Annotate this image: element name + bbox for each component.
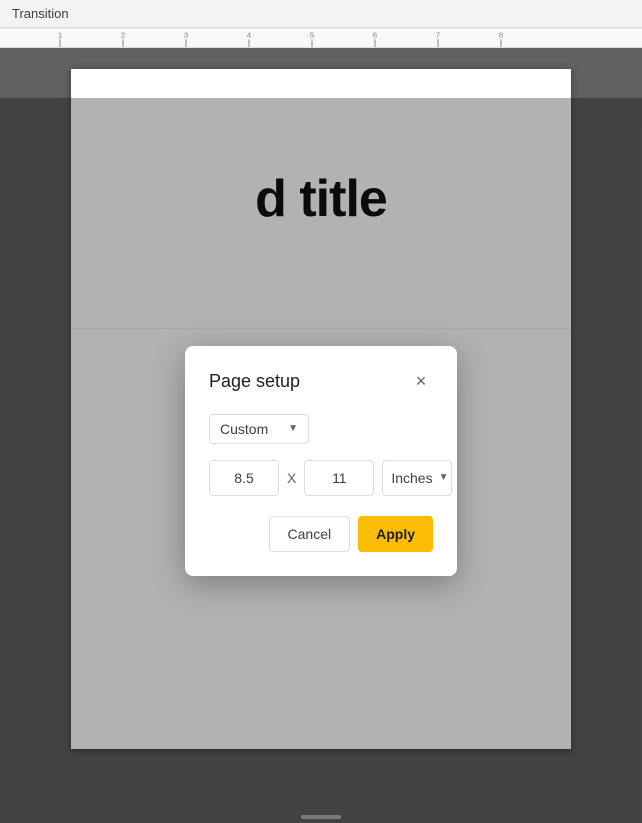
- svg-text:1: 1: [58, 31, 62, 40]
- svg-text:3: 3: [184, 31, 188, 40]
- top-bar: Transition: [0, 0, 642, 28]
- preset-dropdown-label: Custom: [220, 421, 280, 437]
- unit-dropdown-label: Inches: [391, 470, 432, 486]
- svg-text:8: 8: [499, 31, 503, 40]
- canvas-area: d title title Page setup × Custom ▼ X: [0, 49, 642, 823]
- width-input[interactable]: [209, 460, 279, 496]
- dimension-row: X Inches ▼: [209, 460, 433, 496]
- svg-text:6: 6: [373, 31, 377, 40]
- page-setup-dialog: Page setup × Custom ▼ X Inches ▼ Cance: [185, 346, 457, 576]
- modal-backdrop: Page setup × Custom ▼ X Inches ▼ Cance: [0, 98, 642, 823]
- preset-chevron-icon: ▼: [288, 423, 298, 434]
- preset-dropdown[interactable]: Custom ▼: [209, 414, 309, 444]
- unit-chevron-icon: ▼: [439, 472, 449, 483]
- ruler: 1 2 3 4 5 6 7 8: [0, 28, 642, 48]
- height-input[interactable]: [304, 460, 374, 496]
- modal-title: Page setup: [209, 371, 300, 392]
- modal-close-button[interactable]: ×: [409, 370, 433, 394]
- svg-text:4: 4: [247, 31, 252, 40]
- modal-header: Page setup ×: [209, 370, 433, 394]
- top-bar-title: Transition: [12, 6, 69, 21]
- svg-text:2: 2: [121, 31, 125, 40]
- unit-dropdown[interactable]: Inches ▼: [382, 460, 452, 496]
- dimension-x-separator: X: [287, 470, 296, 486]
- svg-text:5: 5: [310, 31, 315, 40]
- svg-text:7: 7: [436, 31, 440, 40]
- cancel-button[interactable]: Cancel: [269, 516, 351, 552]
- modal-buttons: Cancel Apply: [209, 516, 433, 552]
- apply-button[interactable]: Apply: [358, 516, 433, 552]
- scroll-hint: [301, 815, 341, 819]
